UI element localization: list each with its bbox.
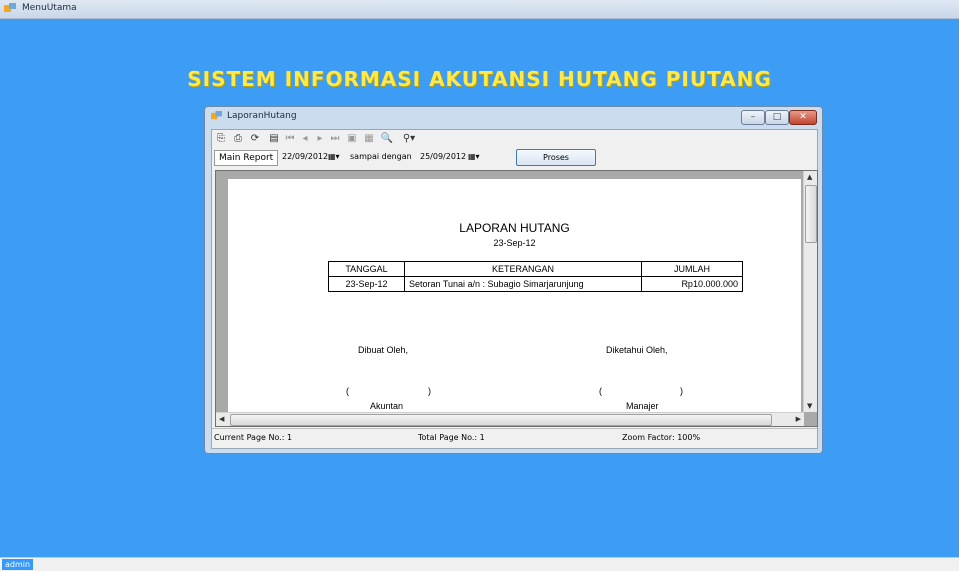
minimize-icon: –: [750, 112, 756, 122]
table-row: 23-Sep-12 Setoran Tunai a/n : Subagio Si…: [328, 276, 743, 292]
search-icon[interactable]: 🔍: [380, 133, 394, 145]
diketahui-oleh-label: Diketahui Oleh,: [606, 345, 668, 355]
close-view-icon[interactable]: ▦: [362, 133, 376, 145]
start-date-picker-icon[interactable]: ▦▾: [328, 152, 348, 162]
print-icon[interactable]: ⎙: [231, 133, 245, 145]
right-paren-close: ): [680, 386, 683, 396]
signer-right: Manajer: [626, 401, 659, 411]
signer-left: Akuntan: [370, 401, 404, 411]
sampai-label: sampai dengan: [350, 152, 412, 161]
zoom-status: Zoom Factor: 100%: [622, 433, 701, 442]
current-page-status: Current Page No.: 1: [214, 433, 293, 442]
column-header-tanggal: TANGGAL: [328, 261, 405, 277]
end-date-field[interactable]: 25/09/2012: [420, 150, 466, 164]
left-paren-open: (: [346, 386, 349, 396]
vertical-scroll-thumb[interactable]: [805, 185, 817, 243]
goto-page-icon[interactable]: ▣: [345, 133, 359, 145]
proses-button[interactable]: Proses: [516, 149, 596, 166]
cell-keterangan: Setoran Tunai a/n : Subagio Simarjarunju…: [404, 276, 642, 292]
vertical-scrollbar[interactable]: ▲ ▼: [803, 171, 817, 412]
total-page-status: Total Page No.: 1: [418, 433, 485, 442]
horizontal-scroll-thumb[interactable]: [230, 414, 772, 426]
report-page: LAPORAN HUTANG 23-Sep-12 TANGGAL KETERAN…: [228, 179, 801, 419]
scroll-down-icon[interactable]: ▼: [807, 402, 812, 410]
scroll-left-icon[interactable]: ◀: [219, 415, 224, 423]
main-titlebar: MenuUtama: [0, 0, 959, 19]
report-viewer-client: ⎘ ⎙ ⟳ ▤ ⏮ ◂ ▸ ⏭ ▣ ▦ 🔍 ⚲▾ Main Report 22/…: [211, 129, 818, 449]
laporan-hutang-window: LaporanHutang – □ ✕ ⎘ ⎙ ⟳ ▤ ⏮ ◂ ▸ ⏭ ▣ ▦ …: [204, 106, 823, 454]
child-titlebar[interactable]: LaporanHutang – □ ✕: [205, 107, 822, 125]
column-header-jumlah: JUMLAH: [641, 261, 743, 277]
maximize-button[interactable]: □: [765, 110, 789, 125]
user-label: admin: [2, 559, 34, 570]
report-toolbar: ⎘ ⎙ ⟳ ▤ ⏮ ◂ ▸ ⏭ ▣ ▦ 🔍 ⚲▾: [212, 130, 817, 148]
report-date: 23-Sep-12: [493, 238, 536, 248]
first-page-icon[interactable]: ⏮: [283, 133, 297, 145]
bottom-status-bar: admin: [0, 557, 959, 571]
table-header-row: TANGGAL KETERANGAN JUMLAH: [328, 261, 743, 277]
last-page-icon[interactable]: ⏭: [328, 133, 342, 145]
next-page-icon[interactable]: ▸: [313, 133, 327, 145]
cell-tanggal: 23-Sep-12: [328, 276, 405, 292]
hutang-table: TANGGAL KETERANGAN JUMLAH 23-Sep-12 Seto…: [328, 261, 743, 292]
end-date-picker-icon[interactable]: ▦▾: [468, 152, 488, 162]
report-viewer: LAPORAN HUTANG 23-Sep-12 TANGGAL KETERAN…: [215, 170, 818, 427]
app-heading: SISTEM INFORMASI AKUTANSI HUTANG PIUTANG: [187, 67, 772, 91]
start-date-field[interactable]: 22/09/2012: [282, 150, 328, 164]
export-icon[interactable]: ⎘: [214, 133, 228, 145]
main-window-title: MenuUtama: [22, 3, 77, 13]
right-paren-open: (: [599, 386, 602, 396]
parameter-row: Main Report 22/09/2012 ▦▾ sampai dengan …: [212, 149, 817, 167]
child-window-title: LaporanHutang: [227, 111, 297, 121]
minimize-button[interactable]: –: [741, 110, 765, 125]
tree-toggle-icon[interactable]: ▤: [267, 133, 281, 145]
maximize-icon: □: [772, 112, 782, 122]
viewer-status-bar: Current Page No.: 1 Total Page No.: 1 Zo…: [212, 428, 817, 447]
app-icon: [4, 3, 16, 12]
report-title: LAPORAN HUTANG: [459, 221, 570, 235]
main-report-tab[interactable]: Main Report: [214, 150, 279, 166]
dibuat-oleh-label: Dibuat Oleh,: [358, 345, 409, 355]
prev-page-icon[interactable]: ◂: [298, 133, 312, 145]
close-button[interactable]: ✕: [789, 110, 817, 125]
left-paren-close: ): [428, 386, 431, 396]
scroll-right-icon[interactable]: ▶: [796, 415, 801, 423]
scroll-up-icon[interactable]: ▲: [807, 173, 812, 181]
column-header-keterangan: KETERANGAN: [404, 261, 642, 277]
cell-jumlah: Rp10.000.000: [641, 276, 743, 292]
child-app-icon: [211, 111, 222, 120]
refresh-icon[interactable]: ⟳: [248, 133, 262, 145]
zoom-icon[interactable]: ⚲▾: [398, 133, 420, 145]
horizontal-scrollbar[interactable]: ◀ ▶: [216, 412, 804, 426]
close-icon: ✕: [799, 112, 807, 122]
